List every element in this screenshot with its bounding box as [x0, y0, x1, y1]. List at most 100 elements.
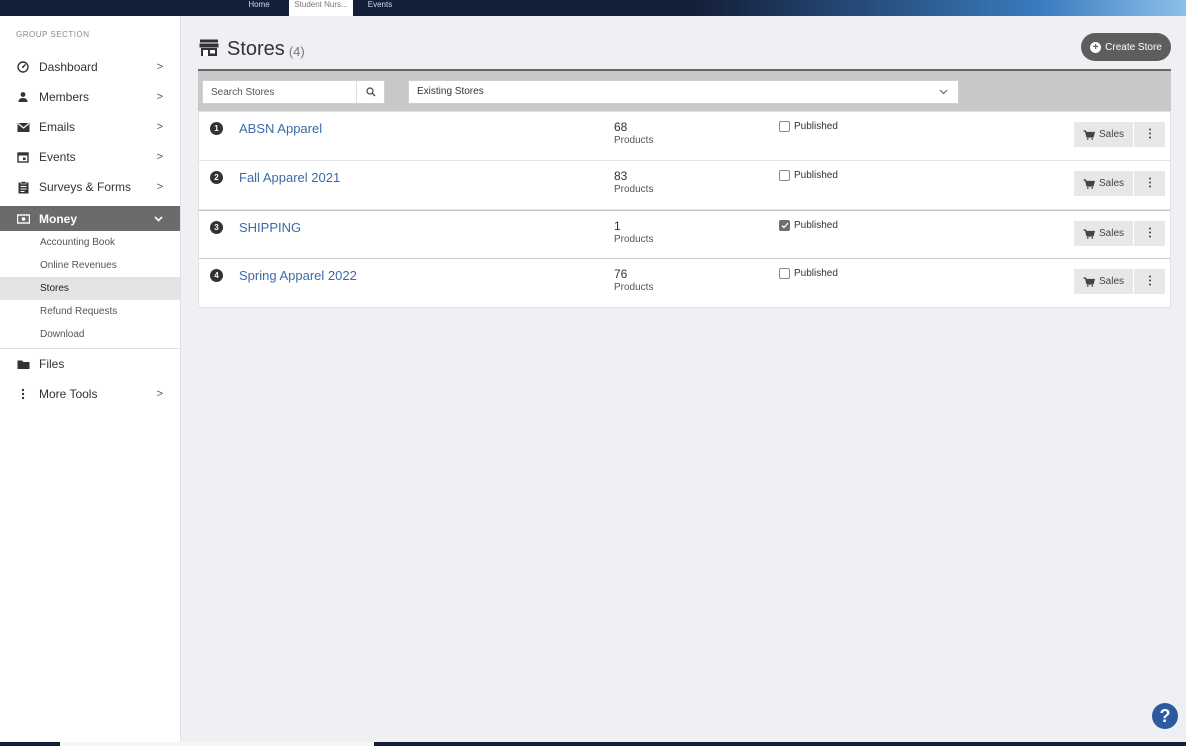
published-label: Published: [794, 121, 838, 132]
chevron-right-icon: >: [156, 151, 163, 163]
published-checkbox[interactable]: Published: [779, 121, 838, 132]
subnav-refund-requests[interactable]: Refund Requests: [0, 300, 180, 323]
chevron-right-icon: >: [156, 91, 163, 103]
sales-label: Sales: [1098, 276, 1124, 287]
tab-student-nurs[interactable]: Student Nurs...: [289, 0, 353, 16]
sidebar-item-more-tools[interactable]: More Tools >: [0, 379, 180, 409]
chevron-right-icon: >: [156, 61, 163, 73]
product-count: 76: [614, 267, 628, 281]
product-count: 1: [614, 219, 621, 233]
vertical-dots-icon: [16, 387, 30, 401]
store-filter-value: Existing Stores: [417, 86, 484, 97]
sidebar-item-emails[interactable]: Emails >: [0, 112, 180, 142]
store-filter-select[interactable]: Existing Stores: [408, 80, 959, 104]
chevron-down-icon: [939, 81, 948, 104]
sidebar-item-surveys-forms[interactable]: Surveys & Forms >: [0, 172, 180, 202]
product-count: 83: [614, 169, 628, 183]
bottom-bar: [0, 742, 1186, 746]
store-row: 3 SHIPPING 1 Products Published Sales: [199, 210, 1170, 259]
sidebar-item-files[interactable]: Files: [0, 349, 180, 379]
store-row: 2 Fall Apparel 2021 83 Products Publishe…: [199, 161, 1170, 210]
sidebar-item-dashboard[interactable]: Dashboard >: [0, 52, 180, 82]
sidebar-item-money[interactable]: Money: [0, 206, 180, 231]
tab-home[interactable]: Home: [230, 0, 288, 16]
filter-bar: Existing Stores: [198, 69, 1171, 111]
sales-button[interactable]: Sales: [1074, 221, 1133, 246]
store-name-link[interactable]: Spring Apparel 2022: [239, 268, 357, 283]
checkbox-unchecked[interactable]: [779, 170, 790, 181]
sidebar-item-members[interactable]: Members >: [0, 82, 180, 112]
sidebar-item-label: Events: [39, 150, 76, 164]
sales-button[interactable]: Sales: [1074, 171, 1133, 196]
create-store-label: Create Store: [1105, 41, 1162, 53]
calendar-icon: [16, 150, 30, 164]
subnav-download[interactable]: Download: [0, 323, 180, 346]
store-count: (4): [288, 43, 305, 59]
sales-button[interactable]: Sales: [1074, 269, 1133, 294]
store-name-link[interactable]: Fall Apparel 2021: [239, 170, 340, 185]
person-icon: [16, 90, 30, 104]
row-number: 3: [210, 221, 223, 234]
store-name-link[interactable]: SHIPPING: [239, 220, 301, 235]
sidebar-item-label: Surveys & Forms: [39, 180, 132, 194]
store-name-link[interactable]: ABSN Apparel: [239, 121, 322, 136]
products-label: Products: [614, 282, 654, 293]
sidebar-item-label: Files: [39, 357, 65, 371]
more-options-button[interactable]: [1134, 221, 1165, 246]
group-section-title: GROUP SECTION: [16, 30, 90, 39]
search-input[interactable]: [203, 81, 357, 103]
envelope-icon: [16, 120, 30, 134]
money-subnav: Accounting Book Online Revenues Stores R…: [0, 231, 180, 346]
product-count: 68: [614, 120, 628, 134]
sales-button[interactable]: Sales: [1074, 122, 1133, 147]
bottom-bar-segment: [60, 742, 374, 746]
checkbox-checked[interactable]: [779, 220, 790, 231]
sales-label: Sales: [1098, 228, 1124, 239]
cart-icon: [1083, 228, 1095, 239]
checkbox-unchecked[interactable]: [779, 268, 790, 279]
help-button[interactable]: ?: [1152, 703, 1178, 729]
more-options-button[interactable]: [1134, 269, 1165, 294]
subnav-accounting-book[interactable]: Accounting Book: [0, 231, 180, 254]
sidebar-item-label: Members: [39, 90, 90, 104]
sidebar-item-label: More Tools: [39, 387, 98, 401]
subnav-stores[interactable]: Stores: [0, 277, 180, 300]
page-header: Stores (4): [199, 36, 305, 62]
published-label: Published: [794, 170, 838, 181]
cart-icon: [1083, 276, 1095, 287]
store-list: 1 ABSN Apparel 68 Products Published Sal…: [198, 111, 1171, 308]
sales-label: Sales: [1098, 178, 1124, 189]
store-icon: [199, 39, 219, 60]
cart-icon: [1083, 129, 1095, 140]
tab-events[interactable]: Events: [356, 0, 404, 16]
search-icon[interactable]: [356, 81, 384, 103]
row-number: 2: [210, 171, 223, 184]
published-checkbox[interactable]: Published: [779, 268, 838, 279]
sidebar-item-label: Dashboard: [39, 60, 98, 74]
top-bar-accent: [700, 0, 1186, 16]
more-options-button[interactable]: [1134, 122, 1165, 147]
money-icon: [16, 212, 30, 226]
chevron-down-icon: [154, 213, 163, 225]
cart-icon: [1083, 178, 1095, 189]
vertical-dots-icon: [1148, 177, 1152, 191]
sidebar-item-events[interactable]: Events >: [0, 142, 180, 172]
products-label: Products: [614, 184, 654, 195]
published-checkbox[interactable]: Published: [779, 170, 838, 181]
row-number: 4: [210, 269, 223, 282]
check-icon: [781, 222, 788, 229]
vertical-dots-icon: [1148, 128, 1152, 142]
sidebar-item-label: Emails: [39, 120, 76, 134]
subnav-online-revenues[interactable]: Online Revenues: [0, 254, 180, 277]
dashboard-icon: [16, 60, 30, 74]
top-bar: Home Student Nurs... Events: [0, 0, 1186, 16]
chevron-right-icon: >: [156, 121, 163, 133]
checkbox-unchecked[interactable]: [779, 121, 790, 132]
more-options-button[interactable]: [1134, 171, 1165, 196]
row-number: 1: [210, 122, 223, 135]
create-store-button[interactable]: + Create Store: [1081, 33, 1171, 61]
store-row: 4 Spring Apparel 2022 76 Products Publis…: [199, 259, 1170, 307]
sales-label: Sales: [1098, 129, 1124, 140]
published-checkbox[interactable]: Published: [779, 220, 838, 231]
vertical-dots-icon: [1148, 275, 1152, 289]
